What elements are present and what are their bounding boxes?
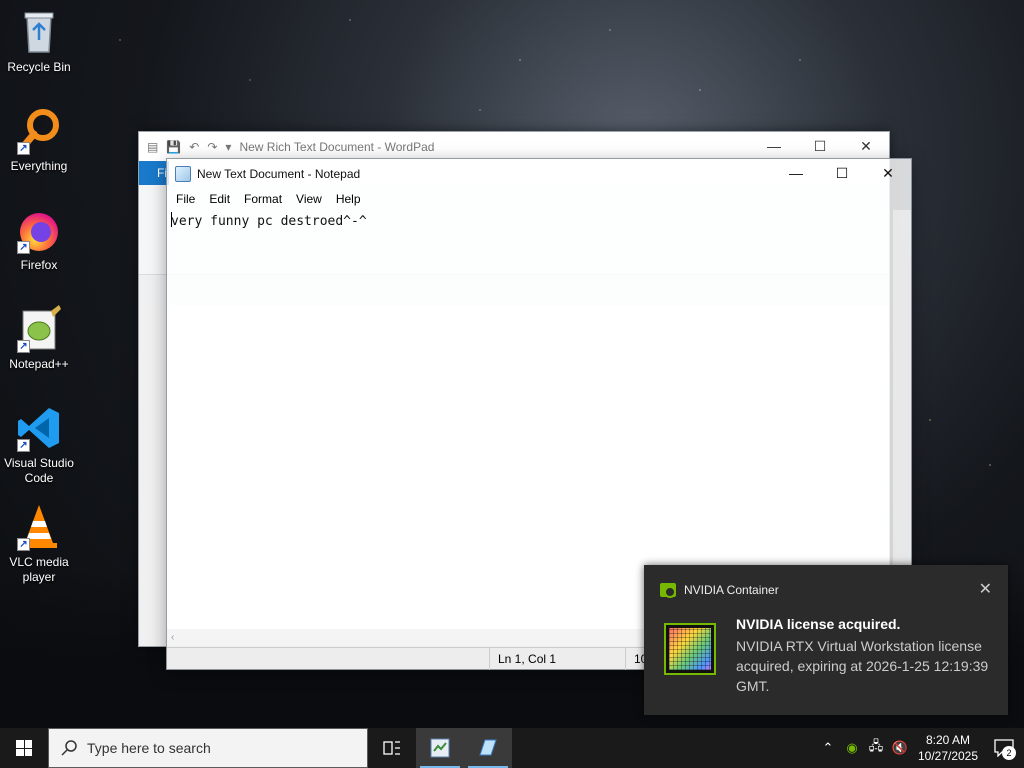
notepad-menubar: File Edit Format View Help xyxy=(167,188,911,210)
shortcut-arrow-icon: ↗ xyxy=(17,439,30,452)
desktop-icon-everything[interactable]: ↗ Everything xyxy=(0,107,78,174)
desktop-icon-recycle-bin[interactable]: Recycle Bin xyxy=(0,8,78,75)
menu-help[interactable]: Help xyxy=(329,192,368,206)
desktop-icon-label: Recycle Bin xyxy=(7,60,71,74)
system-tray: ⌃ ◉ 🖧 🔇 8:20 AM 10/27/2025 2 xyxy=(816,728,1024,768)
vscode-icon: ↗ xyxy=(15,404,63,452)
taskbar-search-box[interactable]: Type here to search xyxy=(48,728,368,768)
shortcut-arrow-icon: ↗ xyxy=(17,241,30,254)
notepad-title: New Text Document - Notepad xyxy=(197,166,361,181)
notepad-plus-plus-icon: ↗ xyxy=(15,305,63,353)
desktop-icon-vlc[interactable]: ↗ VLC media player xyxy=(0,503,78,585)
notepad-app-icon xyxy=(175,165,191,182)
wordpad-icon xyxy=(430,738,450,758)
notepad-content: very funny pc destroed^-^ xyxy=(171,214,367,229)
wordpad-document-margin xyxy=(139,305,169,646)
recycle-bin-icon xyxy=(15,8,63,56)
wordpad-app-icon: ▤ xyxy=(147,139,159,154)
quick-access-dropdown-icon[interactable]: ▾ xyxy=(225,140,231,154)
desktop-icon-label: VLC media player xyxy=(9,555,69,584)
clock-time: 8:20 AM xyxy=(925,733,971,747)
start-button[interactable] xyxy=(0,728,48,768)
toast-app-name: NVIDIA Container xyxy=(684,583,779,597)
status-cursor-position: Ln 1, Col 1 xyxy=(489,648,625,670)
desktop-icon-label: Visual Studio Code xyxy=(4,456,74,485)
desktop-icon-label: Notepad++ xyxy=(9,357,69,371)
menu-file[interactable]: File xyxy=(169,192,202,206)
desktop-icon-label: Everything xyxy=(10,159,68,173)
redo-icon[interactable]: ↷ xyxy=(207,140,217,154)
toast-app-header: NVIDIA Container xyxy=(660,583,779,598)
desktop-icon-label: Firefox xyxy=(20,258,58,272)
clock-date: 10/27/2025 xyxy=(917,749,979,763)
action-center-button[interactable]: 2 xyxy=(984,728,1024,768)
notification-toast[interactable]: NVIDIA Container ✕ NVIDIA license acquir… xyxy=(644,565,1008,715)
wordpad-file-tab[interactable]: Fi xyxy=(139,161,169,185)
clock[interactable]: 8:20 AM 10/27/2025 xyxy=(912,732,984,764)
wordpad-titlebar[interactable]: ▤ 💾 ↶ ↷ ▾ New Rich Text Document - WordP… xyxy=(139,132,889,161)
minimize-button[interactable]: — xyxy=(751,138,797,155)
windows-logo-icon xyxy=(16,740,32,756)
scroll-left-icon[interactable]: ‹ xyxy=(171,632,174,643)
shortcut-arrow-icon: ↗ xyxy=(17,538,30,551)
notification-count-badge: 2 xyxy=(1002,746,1016,760)
desktop-icon-firefox[interactable]: ↗ Firefox xyxy=(0,206,78,273)
volume-muted-icon[interactable]: 🔇 xyxy=(888,740,912,756)
search-placeholder: Type here to search xyxy=(87,740,211,756)
vlc-cone-icon: ↗ xyxy=(15,503,63,551)
everything-search-icon: ↗ xyxy=(15,107,63,155)
chevron-up-icon[interactable]: ⌃ xyxy=(816,740,840,756)
notepad-icon xyxy=(479,739,497,756)
task-view-button[interactable] xyxy=(368,728,416,768)
wordpad-title: New Rich Text Document - WordPad xyxy=(239,139,435,154)
close-button[interactable]: ✕ xyxy=(843,138,889,155)
shortcut-arrow-icon: ↗ xyxy=(17,340,30,353)
network-icon[interactable]: 🖧 xyxy=(864,737,888,759)
toast-title: NVIDIA license acquired. xyxy=(736,616,901,632)
search-icon xyxy=(61,740,77,756)
taskbar-notepad[interactable] xyxy=(464,728,512,768)
gpu-chip-icon xyxy=(664,623,716,675)
save-icon[interactable]: 💾 xyxy=(166,140,181,154)
menu-view[interactable]: View xyxy=(289,192,329,206)
close-button[interactable]: ✕ xyxy=(865,165,911,182)
desktop-icon-notepad-plus-plus[interactable]: ↗ Notepad++ xyxy=(0,305,78,372)
task-view-icon xyxy=(383,741,400,755)
desktop-icon-vscode[interactable]: ↗ Visual Studio Code xyxy=(0,404,78,486)
nvidia-tray-icon[interactable]: ◉ xyxy=(840,740,864,756)
taskbar-wordpad[interactable] xyxy=(416,728,464,768)
menu-format[interactable]: Format xyxy=(237,192,289,206)
nvidia-logo-icon xyxy=(660,583,676,598)
maximize-button[interactable]: ☐ xyxy=(797,138,843,155)
shortcut-arrow-icon: ↗ xyxy=(17,142,30,155)
taskbar: Type here to search ⌃ ◉ 🖧 🔇 8:20 AM 10/2… xyxy=(0,728,1024,768)
undo-icon[interactable]: ↶ xyxy=(189,140,199,154)
close-icon[interactable]: ✕ xyxy=(979,579,992,599)
menu-edit[interactable]: Edit xyxy=(202,192,237,206)
toast-body: NVIDIA RTX Virtual Workstation license a… xyxy=(736,638,989,694)
minimize-button[interactable]: — xyxy=(773,165,819,182)
maximize-button[interactable]: ☐ xyxy=(819,165,865,182)
notepad-titlebar[interactable]: New Text Document - Notepad — ☐ ✕ xyxy=(167,159,911,188)
firefox-icon: ↗ xyxy=(15,206,63,254)
